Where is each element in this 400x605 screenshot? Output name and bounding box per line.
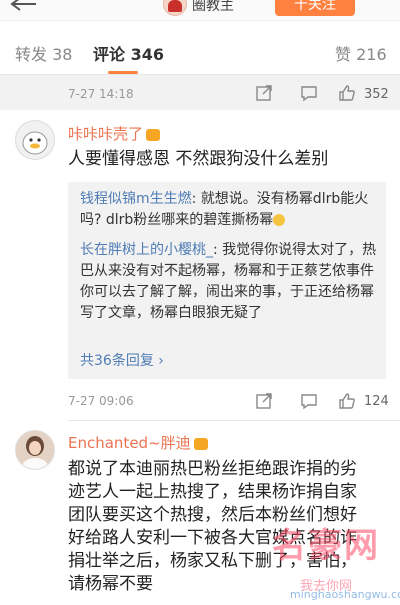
post-time: 7-27 14:18	[68, 87, 134, 101]
comment-footer: 7-27 09:06 124	[0, 386, 400, 416]
avatar[interactable]	[15, 430, 55, 470]
avatar[interactable]	[163, 0, 187, 16]
vip-badge-icon	[146, 128, 161, 141]
comment-text: 人要懂得感恩 不然跟狗没什么差别	[68, 149, 329, 169]
top-bar: 圈教主 十关注	[0, 0, 400, 21]
comment-time: 7-27 09:06	[68, 394, 134, 408]
comment-icon[interactable]	[300, 84, 318, 102]
person-avatar-icon	[16, 431, 54, 469]
post-info-row: 7-27 14:18 352	[0, 75, 400, 110]
tab-repost[interactable]: 转发 38	[15, 41, 72, 65]
tab-bar: 转发 38 评论 346 赞 216	[0, 21, 400, 75]
watermark-url: minghaoshangwu.com	[290, 588, 400, 601]
vip-badge-icon	[193, 437, 208, 450]
tab-comment[interactable]: 评论 346	[93, 41, 164, 65]
reply-item: 长在胖树上的小樱桃_: 我觉得你说得太对了，热巴从来没有对不起杨幂，杨幂和于正蔡…	[80, 240, 380, 324]
avatar[interactable]	[15, 120, 55, 160]
like-count: 352	[364, 87, 389, 102]
more-replies-link[interactable]: 共36条回复 ›	[80, 350, 164, 370]
reply-username[interactable]: 钱程似锦m生生燃	[80, 191, 192, 207]
thumbs-up-icon[interactable]	[338, 84, 356, 102]
like-count: 124	[364, 394, 389, 409]
tab-like[interactable]: 赞 216	[335, 41, 387, 65]
divider	[68, 420, 400, 421]
back-arrow-icon[interactable]	[10, 0, 38, 18]
comment-username[interactable]: 咔咔咔壳了	[68, 123, 161, 144]
share-icon[interactable]	[255, 392, 273, 410]
comment-icon[interactable]	[300, 392, 318, 410]
follow-button[interactable]: 十关注	[275, 0, 355, 16]
comment-username[interactable]: Enchanted~胖迪	[68, 432, 208, 453]
share-icon[interactable]	[255, 84, 273, 102]
active-tab-indicator	[108, 71, 138, 74]
reply-box: 钱程似锦m生生燃: 就想说。没有杨幂dlrb能火吗? dlrb粉丝哪来的碧莲撕杨…	[68, 182, 386, 379]
reply-username[interactable]: 长在胖树上的小樱桃_	[80, 242, 213, 258]
reply-item: 钱程似锦m生生燃: 就想说。没有杨幂dlrb能火吗? dlrb粉丝哪来的碧莲撕杨…	[80, 189, 375, 231]
thumbs-up-icon[interactable]	[338, 392, 356, 410]
page-title: 圈教主	[192, 0, 234, 14]
duck-avatar-icon	[22, 131, 48, 155]
watermark-logo: 名豪网	[272, 526, 380, 566]
smile-emoji-icon	[273, 214, 286, 226]
